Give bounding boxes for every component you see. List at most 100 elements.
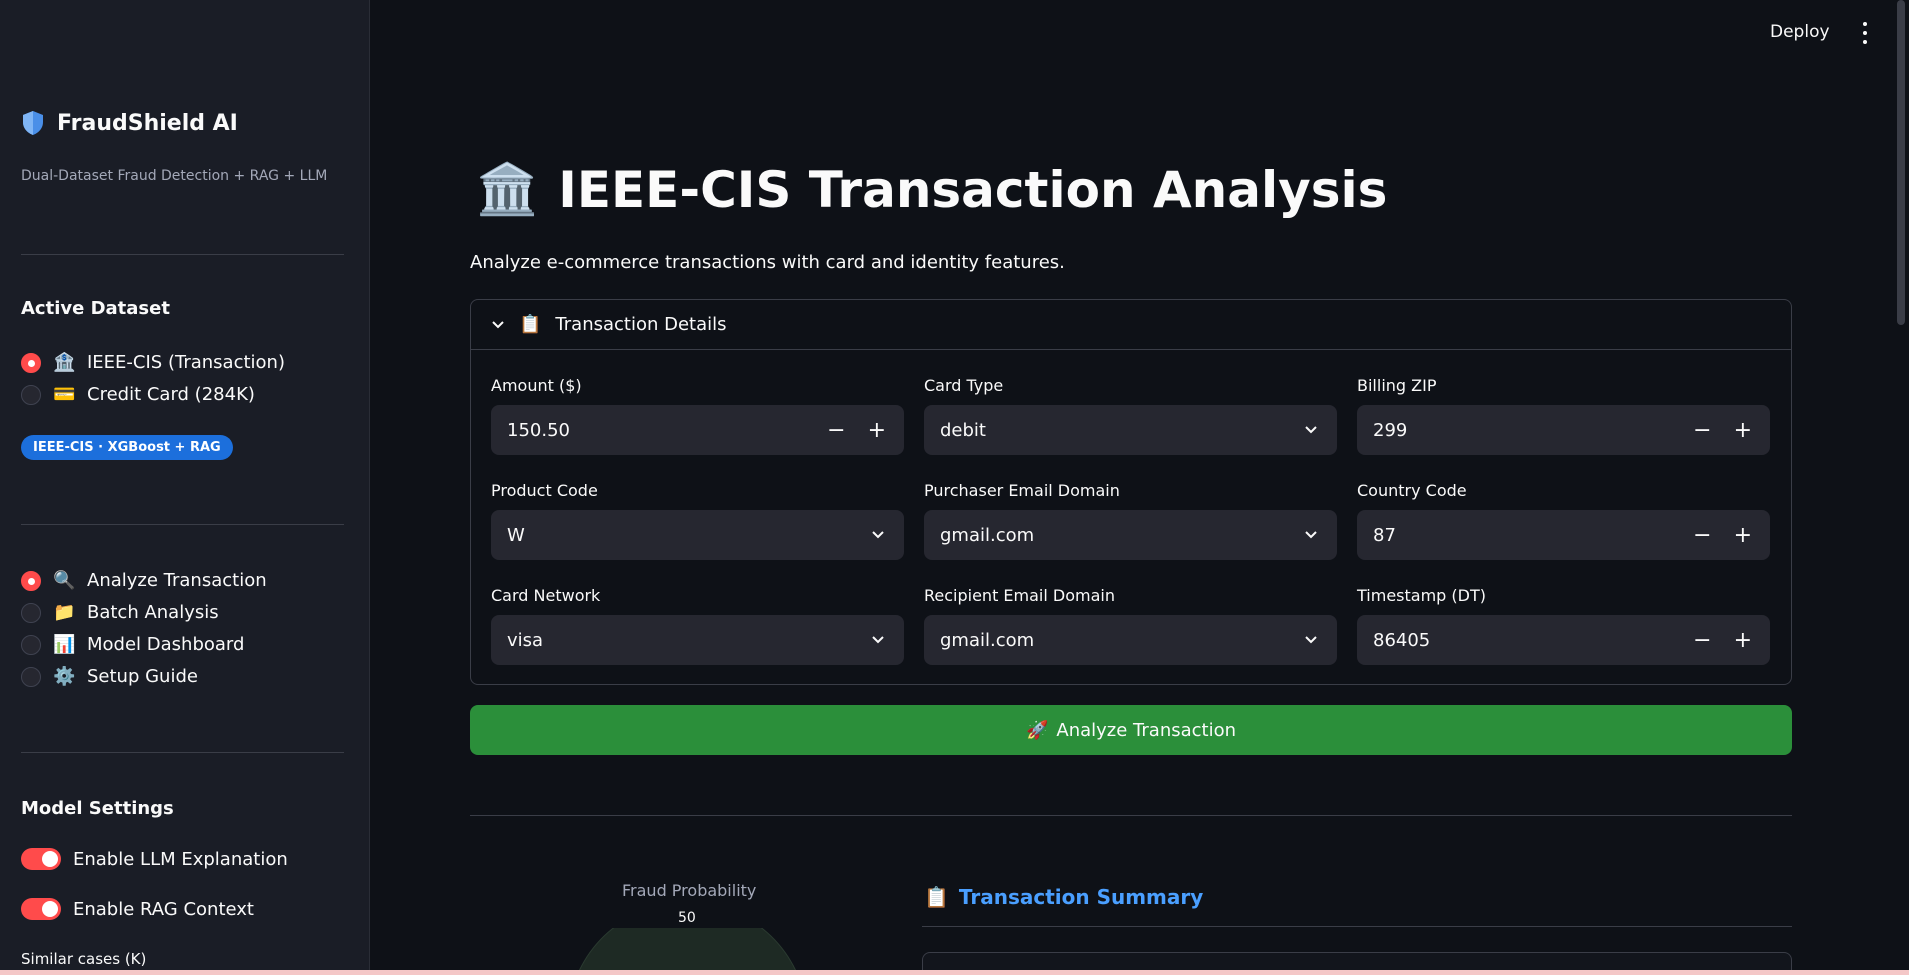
radio-selected-icon[interactable] xyxy=(21,570,41,591)
analyze-transaction-button[interactable]: 🚀 Analyze Transaction xyxy=(470,705,1792,755)
divider xyxy=(21,524,344,525)
shield-icon xyxy=(23,111,43,135)
fraud-probability-gauge xyxy=(579,928,796,970)
classical-building-icon: 🏛️ xyxy=(476,160,539,218)
purchaser-email-value: gmail.com xyxy=(940,524,1035,546)
toggle-llm-explanation[interactable]: Enable LLM Explanation xyxy=(21,848,288,870)
nav-batch-analysis[interactable]: 📁 Batch Analysis xyxy=(21,602,219,623)
scrollbar[interactable] xyxy=(1897,0,1905,325)
purchaser-email-select[interactable]: gmail.com xyxy=(924,510,1337,560)
gauge-arc xyxy=(579,928,796,970)
country-code-label: Country Code xyxy=(1357,481,1467,500)
billing-zip-input[interactable]: 299 − + xyxy=(1357,405,1770,455)
bottom-edge-bar xyxy=(0,970,1909,975)
radio-icon[interactable] xyxy=(21,602,41,623)
page-title: 🏛️ IEEE-CIS Transaction Analysis xyxy=(476,160,1387,219)
plus-icon[interactable]: + xyxy=(1734,628,1752,653)
country-code-value[interactable]: 87 xyxy=(1373,525,1693,546)
clipboard-icon: 📋 xyxy=(519,314,542,335)
active-dataset-title: Active Dataset xyxy=(21,298,170,319)
chevron-down-icon xyxy=(1305,636,1317,644)
more-menu-icon[interactable] xyxy=(1858,22,1872,44)
radio-selected-icon[interactable] xyxy=(21,352,41,373)
chevron-down-icon xyxy=(1305,531,1317,539)
credit-card-icon: 💳 xyxy=(53,384,76,405)
nav-analyze-transaction[interactable]: 🔍 Analyze Transaction xyxy=(21,570,267,591)
recipient-email-select[interactable]: gmail.com xyxy=(924,615,1337,665)
gauge-title: Fraud Probability xyxy=(622,881,757,900)
brand: FraudShield AI xyxy=(21,110,238,136)
nav-label: Analyze Transaction xyxy=(87,570,267,591)
nav-model-dashboard[interactable]: 📊 Model Dashboard xyxy=(21,634,244,655)
nav-setup-guide[interactable]: ⚙️ Setup Guide xyxy=(21,666,198,687)
chevron-down-icon xyxy=(1305,426,1317,434)
timestamp-label: Timestamp (DT) xyxy=(1357,586,1486,605)
magnifier-icon: 🔍 xyxy=(53,570,76,591)
radio-icon[interactable] xyxy=(21,384,41,405)
recipient-email-label: Recipient Email Domain xyxy=(924,586,1115,605)
dataset-label: Credit Card (284K) xyxy=(87,384,255,405)
toggle-switch[interactable] xyxy=(21,848,61,870)
transaction-summary-title: 📋 Transaction Summary xyxy=(924,885,1203,909)
expander-header[interactable]: 📋 Transaction Details xyxy=(471,300,1791,350)
product-code-value: W xyxy=(507,524,525,546)
card-network-value: visa xyxy=(507,629,544,651)
recipient-email-value: gmail.com xyxy=(940,629,1035,651)
purchaser-email-label: Purchaser Email Domain xyxy=(924,481,1120,500)
deploy-button[interactable]: Deploy xyxy=(1770,22,1830,42)
expander-label: Transaction Details xyxy=(555,314,727,335)
model-badge: IEEE-CIS · XGBoost + RAG xyxy=(21,435,233,460)
bar-chart-icon: 📊 xyxy=(53,634,76,655)
divider xyxy=(21,254,344,255)
minus-icon[interactable]: − xyxy=(1693,523,1711,548)
chevron-down-icon xyxy=(492,320,504,328)
timestamp-input[interactable]: 86405 − + xyxy=(1357,615,1770,665)
product-code-label: Product Code xyxy=(491,481,598,500)
folder-icon: 📁 xyxy=(53,602,76,623)
plus-icon[interactable]: + xyxy=(1734,418,1752,443)
page-subtitle: Analyze e-commerce transactions with car… xyxy=(470,252,1065,273)
toggle-rag-context[interactable]: Enable RAG Context xyxy=(21,898,254,920)
billing-zip-value[interactable]: 299 xyxy=(1373,420,1693,441)
gear-icon: ⚙️ xyxy=(53,666,76,687)
minus-icon[interactable]: − xyxy=(827,418,845,443)
radio-icon[interactable] xyxy=(21,666,41,687)
toggle-switch[interactable] xyxy=(21,898,61,920)
dataset-option-credit-card[interactable]: 💳 Credit Card (284K) xyxy=(21,384,255,405)
divider xyxy=(922,926,1792,927)
page-title-text: IEEE-CIS Transaction Analysis xyxy=(558,160,1388,219)
card-type-select[interactable]: debit xyxy=(924,405,1337,455)
billing-zip-label: Billing ZIP xyxy=(1357,376,1437,395)
nav-label: Batch Analysis xyxy=(87,602,219,623)
clipboard-icon: 📋 xyxy=(924,885,949,909)
dataset-option-ieee[interactable]: 🏦 IEEE-CIS (Transaction) xyxy=(21,352,285,373)
nav-label: Setup Guide xyxy=(87,666,198,687)
nav-label: Model Dashboard xyxy=(87,634,245,655)
plus-icon[interactable]: + xyxy=(868,418,886,443)
divider xyxy=(21,752,344,753)
brand-name: FraudShield AI xyxy=(57,110,238,136)
minus-icon[interactable]: − xyxy=(1693,628,1711,653)
amount-label: Amount ($) xyxy=(491,376,582,395)
product-code-select[interactable]: W xyxy=(491,510,904,560)
card-network-select[interactable]: visa xyxy=(491,615,904,665)
plus-icon[interactable]: + xyxy=(1734,523,1752,548)
tagline: Dual-Dataset Fraud Detection + RAG + LLM xyxy=(21,168,328,184)
similar-cases-label: Similar cases (K) xyxy=(21,950,147,968)
amount-input[interactable]: 150.50 − + xyxy=(491,405,904,455)
divider xyxy=(470,815,1792,816)
chevron-down-icon xyxy=(872,531,884,539)
timestamp-value[interactable]: 86405 xyxy=(1373,630,1693,651)
toggle-label: Enable RAG Context xyxy=(73,898,254,920)
amount-value[interactable]: 150.50 xyxy=(507,420,827,441)
radio-icon[interactable] xyxy=(21,634,41,655)
toggle-label: Enable LLM Explanation xyxy=(73,848,288,870)
chevron-down-icon xyxy=(872,636,884,644)
minus-icon[interactable]: − xyxy=(1693,418,1711,443)
country-code-input[interactable]: 87 − + xyxy=(1357,510,1770,560)
transaction-details-expander: 📋 Transaction Details Amount ($) 150.50 … xyxy=(470,299,1792,685)
bank-icon: 🏦 xyxy=(53,352,76,373)
summary-title-text: Transaction Summary xyxy=(958,885,1204,909)
model-settings-title: Model Settings xyxy=(21,798,174,819)
card-type-value: debit xyxy=(940,419,986,441)
